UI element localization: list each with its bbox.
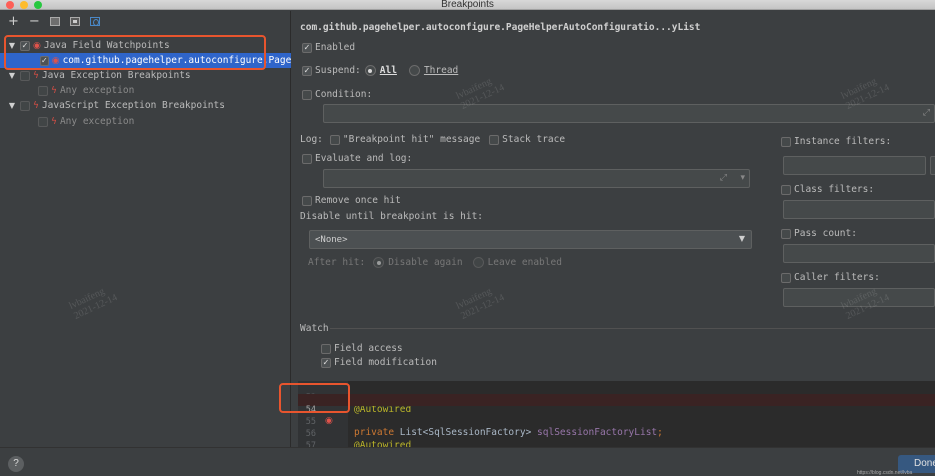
tree-group-java-exception-breakpoints[interactable]: ▼ ϟ Java Exception Breakpoints — [8, 68, 191, 83]
breakpoints-tree-panel: + − ▼ ✓ ◉ Java Field Watchpoints ✓ ◉ com… — [0, 11, 291, 447]
disable-again-radio[interactable] — [373, 257, 385, 268]
code-line: 53 @Autowired — [306, 393, 412, 415]
group-checkbox[interactable] — [20, 100, 30, 111]
field-modification-option[interactable]: ✓ Field modification — [321, 357, 437, 368]
evaluate-and-log-checkbox[interactable] — [302, 153, 312, 164]
exception-breakpoint-icon: ϟ — [33, 100, 39, 111]
log-message-checkbox[interactable] — [329, 134, 340, 145]
condition-option[interactable]: Condition: — [302, 89, 372, 100]
code-line-highlighted: 54 ◉ private List<SqlSessionFactory> sql… — [298, 394, 935, 438]
evaluate-and-log-input[interactable]: ⤢ ▾ — [323, 169, 750, 188]
watermark: lvbaifeng 2021-12-14 — [67, 285, 120, 322]
title-bar: Breakpoints — [0, 0, 935, 10]
pass-count-checkbox[interactable] — [781, 228, 791, 239]
suspend-all-label: All — [379, 65, 397, 76]
exception-breakpoint-icon: ϟ — [33, 70, 39, 81]
suspend-thread-label: Thread — [423, 65, 459, 76]
window-title: Breakpoints — [441, 0, 494, 10]
watermark-url: https://blog.csdn.net/lvba — [857, 470, 913, 476]
instance-filters-browse[interactable] — [930, 156, 935, 175]
disable-until-dropdown[interactable]: <None> ▼ — [309, 230, 752, 249]
group-by-class-icon[interactable] — [89, 16, 100, 26]
class-filters-checkbox[interactable] — [781, 184, 791, 195]
evaluate-and-log-option[interactable]: Evaluate and log: — [302, 153, 412, 164]
class-filters-input[interactable] — [783, 200, 935, 219]
breakpoint-title: com.github.pagehelper.autoconfigure.Page… — [300, 22, 701, 33]
chevron-down-icon: ▼ — [738, 234, 745, 243]
dialog-footer — [0, 447, 935, 476]
expand-triangle-icon[interactable]: ▼ — [8, 101, 16, 110]
suspend-thread-radio[interactable] — [408, 65, 420, 76]
caller-filters-option[interactable]: Caller filters: — [781, 272, 880, 283]
group-by-file-icon[interactable] — [69, 16, 80, 26]
group-label: JavaScript Exception Breakpoints — [41, 100, 225, 111]
code-preview: 53 @Autowired 54 ◉ private List<SqlSessi… — [298, 381, 935, 463]
remove-once-hit-checkbox[interactable] — [302, 195, 312, 206]
history-dropdown-icon[interactable]: ▾ — [740, 173, 745, 183]
condition-checkbox[interactable] — [302, 89, 312, 100]
group-checkbox[interactable] — [20, 70, 30, 81]
field-modification-checkbox[interactable]: ✓ — [321, 357, 331, 368]
log-option: Log: "Breakpoint hit" message Stack trac… — [300, 134, 566, 145]
stack-trace-checkbox[interactable] — [489, 134, 500, 145]
breakpoint-detail-panel: com.github.pagehelper.autoconfigure.Page… — [279, 11, 935, 463]
caller-filters-checkbox[interactable] — [781, 272, 791, 283]
add-icon[interactable]: + — [8, 15, 19, 28]
item-checkbox[interactable] — [38, 116, 48, 127]
class-filters-option[interactable]: Class filters: — [781, 184, 874, 195]
after-hit-option: After hit: Disable again Leave enabled — [308, 257, 562, 268]
field-access-checkbox[interactable] — [321, 343, 331, 354]
expand-triangle-icon[interactable]: ▼ — [8, 71, 16, 80]
tree-item-any-exception-js[interactable]: ϟ Any exception — [38, 114, 134, 129]
item-label: Any exception — [59, 116, 135, 127]
condition-input[interactable]: ⤢ — [323, 104, 935, 123]
highlight-annotation — [279, 383, 350, 413]
exception-breakpoint-icon: ϟ — [51, 116, 57, 127]
suspend-option: ✓ Suspend: All Thread — [302, 65, 459, 76]
remove-once-hit-option[interactable]: Remove once hit — [302, 195, 401, 206]
tree-group-javascript-exception-breakpoints[interactable]: ▼ ϟ JavaScript Exception Breakpoints — [8, 98, 225, 113]
expand-icon[interactable]: ⤢ — [720, 173, 727, 183]
help-button[interactable]: ? — [8, 456, 24, 472]
enabled-checkbox[interactable]: ✓ — [302, 42, 312, 53]
tree-item-any-exception[interactable]: ϟ Any exception — [38, 83, 134, 98]
code-line: 57 private PageHelperProperties properti… — [305, 441, 583, 463]
code-line: 55 — [305, 417, 316, 427]
enabled-option[interactable]: ✓ Enabled — [302, 42, 355, 53]
exception-breakpoint-icon: ϟ — [51, 85, 57, 96]
watch-divider — [330, 328, 935, 329]
item-checkbox[interactable] — [38, 85, 48, 96]
instance-filters-checkbox[interactable] — [781, 136, 791, 147]
group-label: Java Exception Breakpoints — [41, 70, 191, 81]
suspend-checkbox[interactable]: ✓ — [302, 65, 312, 76]
suspend-all-radio[interactable] — [364, 65, 376, 76]
item-label: Any exception — [59, 85, 135, 96]
instance-filters-input[interactable] — [783, 156, 926, 175]
remove-icon[interactable]: − — [29, 15, 40, 28]
highlight-annotation — [4, 35, 266, 70]
group-by-package-icon[interactable] — [49, 16, 60, 26]
tree-toolbar: + − — [8, 13, 100, 29]
leave-enabled-radio[interactable] — [472, 257, 484, 268]
code-line: 56 @Autowired — [305, 429, 412, 451]
field-access-option[interactable]: Field access — [321, 343, 403, 354]
expand-icon[interactable]: ⤢ — [923, 108, 930, 118]
watermark: lvbaifeng 2021-12-14 — [454, 285, 507, 322]
instance-filters-option[interactable]: Instance filters: — [781, 136, 891, 147]
disable-until-label: Disable until breakpoint is hit: — [300, 211, 484, 222]
pass-count-option[interactable]: Pass count: — [781, 228, 857, 239]
watch-label: Watch — [300, 323, 329, 334]
pass-count-input[interactable] — [783, 244, 935, 263]
